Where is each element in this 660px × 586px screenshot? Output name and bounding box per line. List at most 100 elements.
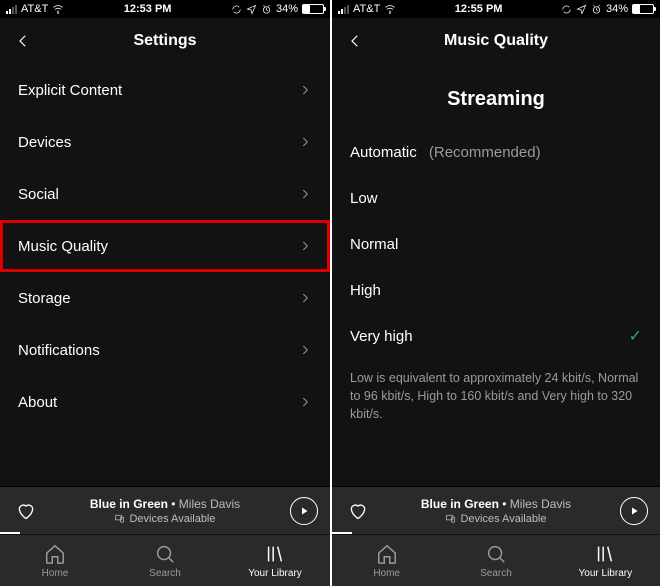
row-label: Explicit Content xyxy=(18,82,122,99)
status-bar: AT&T 12:55 PM 34% xyxy=(332,0,660,18)
tab-search[interactable]: Search xyxy=(441,535,550,586)
tab-label: Home xyxy=(373,568,400,579)
settings-screen: AT&T 12:53 PM 34% Settings Explicit Cont… xyxy=(0,0,330,586)
chevron-right-icon xyxy=(298,291,312,305)
now-playing-bar[interactable]: Blue in Green • Miles Davis Devices Avai… xyxy=(332,486,660,534)
like-button[interactable] xyxy=(344,497,372,525)
option-automatic[interactable]: Automatic (Recommended) xyxy=(332,129,660,175)
home-icon xyxy=(44,543,66,565)
like-button[interactable] xyxy=(12,497,40,525)
signal-icon xyxy=(338,5,349,14)
tab-library[interactable]: Your Library xyxy=(220,535,330,586)
play-button[interactable] xyxy=(620,497,648,525)
row-explicit-content[interactable]: Explicit Content xyxy=(0,64,330,116)
battery-pct: 34% xyxy=(606,3,628,15)
wifi-icon xyxy=(384,3,396,15)
devices-label: Devices Available xyxy=(129,513,215,525)
option-high[interactable]: High xyxy=(332,267,660,313)
row-devices[interactable]: Devices xyxy=(0,116,330,168)
refresh-icon xyxy=(561,4,572,15)
now-playing-info: Blue in Green • Miles Davis Devices Avai… xyxy=(382,497,610,525)
tab-label: Search xyxy=(480,568,512,579)
progress-indicator xyxy=(332,532,352,534)
chevron-right-icon xyxy=(298,135,312,149)
checkmark-icon: ✓ xyxy=(629,326,642,346)
home-icon xyxy=(376,543,398,565)
search-icon xyxy=(154,543,176,565)
row-notifications[interactable]: Notifications xyxy=(0,324,330,376)
signal-icon xyxy=(6,5,17,14)
status-bar: AT&T 12:53 PM 34% xyxy=(0,0,330,18)
row-about[interactable]: About xyxy=(0,376,330,428)
tab-bar: Home Search Your Library xyxy=(332,534,660,586)
artist-name: Miles Davis xyxy=(510,497,571,511)
row-label: About xyxy=(18,394,57,411)
header: Settings xyxy=(0,18,330,64)
back-button[interactable] xyxy=(12,30,34,52)
tab-label: Your Library xyxy=(248,568,302,579)
now-playing-bar[interactable]: Blue in Green • Miles Davis Devices Avai… xyxy=(0,486,330,534)
battery-icon xyxy=(632,4,654,14)
tab-label: Your Library xyxy=(579,568,633,579)
chevron-right-icon xyxy=(298,187,312,201)
option-label: Very high xyxy=(350,328,413,345)
library-icon xyxy=(594,543,616,565)
option-label: High xyxy=(350,282,381,299)
option-normal[interactable]: Normal xyxy=(332,221,660,267)
settings-list: Explicit Content Devices Social Music Qu… xyxy=(0,64,330,486)
row-label: Music Quality xyxy=(18,238,108,255)
option-label: Low xyxy=(350,190,378,207)
row-social[interactable]: Social xyxy=(0,168,330,220)
row-label: Devices xyxy=(18,134,71,151)
chevron-left-icon xyxy=(14,32,32,50)
music-quality-screen: AT&T 12:55 PM 34% Music Quality Streamin… xyxy=(330,0,660,586)
carrier-label: AT&T xyxy=(21,3,48,15)
library-icon xyxy=(264,543,286,565)
now-playing-info: Blue in Green • Miles Davis Devices Avai… xyxy=(50,497,280,525)
chevron-left-icon xyxy=(346,32,364,50)
page-title: Music Quality xyxy=(332,32,660,50)
carrier-label: AT&T xyxy=(353,3,380,15)
chevron-right-icon xyxy=(298,395,312,409)
tab-home[interactable]: Home xyxy=(332,535,441,586)
option-very-high[interactable]: Very high ✓ xyxy=(332,313,660,359)
heart-icon xyxy=(348,501,368,521)
streaming-section: Streaming Automatic (Recommended) Low No… xyxy=(332,64,660,486)
tab-bar: Home Search Your Library xyxy=(0,534,330,586)
devices-icon xyxy=(114,513,125,524)
chevron-right-icon xyxy=(298,239,312,253)
play-icon xyxy=(628,505,640,517)
option-low[interactable]: Low xyxy=(332,175,660,221)
tab-home[interactable]: Home xyxy=(0,535,110,586)
row-storage[interactable]: Storage xyxy=(0,272,330,324)
tab-library[interactable]: Your Library xyxy=(551,535,660,586)
clock: 12:53 PM xyxy=(124,3,172,15)
play-button[interactable] xyxy=(290,497,318,525)
option-sublabel: (Recommended) xyxy=(429,144,541,161)
battery-pct: 34% xyxy=(276,3,298,15)
header: Music Quality xyxy=(332,18,660,64)
tab-label: Home xyxy=(42,568,69,579)
option-label: Automatic xyxy=(350,144,417,161)
option-label: Normal xyxy=(350,236,398,253)
progress-indicator xyxy=(0,532,20,534)
section-title: Streaming xyxy=(332,64,660,129)
devices-icon xyxy=(445,513,456,524)
battery-icon xyxy=(302,4,324,14)
play-icon xyxy=(298,505,310,517)
tab-search[interactable]: Search xyxy=(110,535,220,586)
page-title: Settings xyxy=(0,32,330,50)
back-button[interactable] xyxy=(344,30,366,52)
location-icon xyxy=(576,4,587,15)
chevron-right-icon xyxy=(298,343,312,357)
devices-label: Devices Available xyxy=(460,513,546,525)
row-label: Storage xyxy=(18,290,71,307)
chevron-right-icon xyxy=(298,83,312,97)
row-music-quality[interactable]: Music Quality xyxy=(0,220,330,272)
refresh-icon xyxy=(231,4,242,15)
heart-icon xyxy=(16,501,36,521)
track-name: Blue in Green xyxy=(90,497,168,511)
clock: 12:55 PM xyxy=(455,3,503,15)
location-icon xyxy=(246,4,257,15)
row-label: Notifications xyxy=(18,342,100,359)
